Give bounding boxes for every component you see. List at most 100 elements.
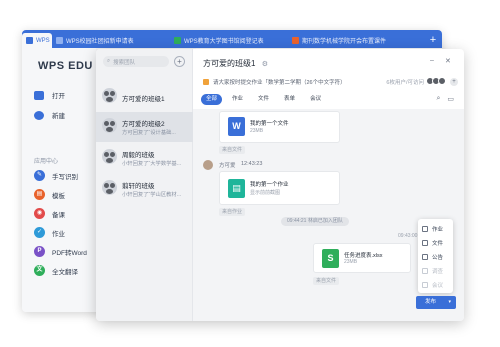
folder-icon[interactable]: ▭: [447, 95, 454, 103]
group-avatar: [102, 149, 117, 164]
presentation-icon: [292, 37, 299, 44]
class-last-message: 小轩回复了“学山区教材...: [122, 192, 182, 198]
handwriting-icon: ✎: [34, 170, 45, 181]
chat-tools: ⌕ ▭: [436, 95, 454, 103]
class-name: 周毅的班级: [122, 152, 155, 159]
app-label: 模板: [52, 192, 65, 200]
menu-item-meeting[interactable]: 会议: [422, 281, 443, 289]
announcement-bar[interactable]: 请大家按时提交作业「数学第二学期（26个中文字符） 6枚用户/可访问 +: [203, 76, 458, 88]
tab-homework[interactable]: 作业: [227, 94, 248, 105]
publish-button[interactable]: 发布 ▾: [416, 296, 456, 309]
menu-item-announcement[interactable]: 公告: [422, 253, 443, 261]
new-doc-icon: [34, 110, 44, 120]
tab-forms[interactable]: 表单: [279, 94, 300, 105]
nav-label: 新建: [52, 113, 65, 120]
nav-open[interactable]: 打开: [34, 90, 65, 100]
add-member-button[interactable]: +: [450, 78, 458, 86]
app-template[interactable]: ▤ 模板: [34, 189, 65, 200]
search-input[interactable]: ⌕ 搜索团队: [103, 56, 169, 67]
meeting-icon: [422, 282, 428, 288]
class-name: 翦轩的班级: [122, 183, 155, 190]
new-tab-button[interactable]: +: [426, 33, 440, 47]
class-list-item-selected[interactable]: 方可爱的班级2 方可回复了“设计基础...: [96, 112, 193, 142]
pdf-to-word-icon: P: [34, 246, 45, 257]
template-icon: ▤: [34, 189, 45, 200]
nav-label: 打开: [52, 93, 65, 100]
announcement-text: 请大家按时提交作业「数学第二学期（26个中文字符）: [213, 80, 346, 86]
add-team-button[interactable]: +: [174, 56, 185, 67]
app-label: 全文翻译: [52, 268, 78, 276]
group-avatar: [102, 88, 117, 103]
publish-menu: 作业 文件 公告 调查 会议: [418, 219, 453, 293]
tab-label: WPS教育大学图书馆阅登记表: [184, 39, 264, 45]
tab-document-3[interactable]: 期刊数学机械学院开会布置课件: [288, 33, 412, 48]
message-source: 来自文件: [219, 146, 246, 154]
menu-item-label: 会议: [432, 283, 444, 289]
app-label: 作业: [52, 230, 65, 238]
file-title: 我的第一个文件: [250, 121, 289, 127]
class-last-message: 小轩回复了“大学数学基...: [122, 161, 182, 167]
tab-label: WPS校园社团招新申请表: [66, 39, 134, 45]
gear-icon[interactable]: ⚙: [262, 60, 268, 68]
app-label: 备课: [52, 211, 65, 219]
filter-tabs: 全部 作业 文件 表单 会议: [201, 94, 326, 105]
close-icon[interactable]: ✕: [445, 57, 451, 65]
tab-bar: WPS WPS校园社团招新申请表 WPS教育大学图书馆阅登记表 期刊数学机械学院…: [22, 30, 442, 48]
doc-icon: [56, 37, 63, 44]
sender-name: 方可爱: [219, 163, 236, 169]
tab-document-1[interactable]: WPS校园社团招新申请表: [52, 33, 170, 48]
class-team-window: ⌕ 搜索团队 + 方可爱的班级1 方可爱的班级2 方可回复了“设计基础... 周…: [96, 49, 464, 321]
menu-item-file[interactable]: 文件: [422, 239, 443, 247]
homework-icon: ▤: [228, 179, 245, 198]
message-time: 12:43:23: [241, 161, 263, 167]
avatar: [438, 77, 446, 85]
homework-message-card[interactable]: ▤ 我的第一个作业 显示前前截图: [219, 171, 340, 205]
nav-new[interactable]: 新建: [34, 110, 65, 120]
class-list-item[interactable]: 翦轩的班级 小轩回复了“学山区教材...: [96, 174, 193, 204]
tab-meetings[interactable]: 会议: [305, 94, 326, 105]
member-info[interactable]: 6枚用户/可访问 +: [386, 77, 458, 87]
app-lesson-prep[interactable]: ◉ 备课: [34, 208, 65, 219]
class-list-item[interactable]: 周毅的班级 小轩回复了“大学数学基...: [96, 143, 193, 173]
tab-all[interactable]: 全部: [201, 94, 223, 105]
search-icon: ⌕: [107, 58, 111, 64]
menu-item-survey[interactable]: 调查: [422, 267, 443, 275]
tab-files[interactable]: 文件: [253, 94, 274, 105]
app-pdf-to-word[interactable]: P PDF转Word: [34, 246, 87, 257]
menu-item-homework[interactable]: 作业: [422, 225, 443, 233]
search-placeholder: 搜索团队: [113, 59, 136, 66]
member-avatars: [426, 77, 446, 87]
chat-header: 方可爱的班级1 ⚙: [203, 58, 268, 69]
announcement-icon: [203, 79, 209, 85]
publish-label: 发布: [425, 299, 437, 305]
menu-item-label: 作业: [432, 227, 444, 233]
chevron-down-icon[interactable]: ▾: [448, 296, 451, 309]
message-time: 09:43:00: [398, 233, 418, 239]
lesson-prep-icon: ◉: [34, 208, 45, 219]
file-title: 任务进度表.xlsx: [344, 253, 383, 259]
avatar[interactable]: [203, 160, 213, 170]
chat-title: 方可爱的班级1: [203, 59, 256, 68]
file-size: 23MB: [344, 259, 358, 265]
file-message-card[interactable]: S 任务进度表.xlsx 23MB: [313, 243, 411, 273]
wps-logo-icon: [26, 37, 33, 44]
app-center-title: 应用中心: [34, 159, 59, 165]
app-label: 手写识别: [52, 173, 78, 181]
app-homework[interactable]: ✓ 作业: [34, 227, 65, 238]
translate-icon: 文: [34, 265, 45, 276]
tab-document-2[interactable]: WPS教育大学图书馆阅登记表: [170, 33, 288, 48]
app-translate[interactable]: 文 全文翻译: [34, 265, 78, 276]
homework-icon: [422, 226, 428, 232]
class-list-item[interactable]: 方可爱的班级1: [96, 82, 193, 112]
app-label: PDF转Word: [52, 249, 87, 257]
menu-item-label: 公告: [432, 255, 444, 261]
minimize-icon[interactable]: –: [430, 57, 434, 64]
app-handwriting[interactable]: ✎ 手写识别: [34, 170, 78, 181]
search-icon[interactable]: ⌕: [436, 95, 440, 103]
class-list-panel: ⌕ 搜索团队 + 方可爱的班级1 方可爱的班级2 方可回复了“设计基础... 周…: [96, 49, 193, 321]
file-message-card[interactable]: W 我的第一个文件 23MB: [219, 111, 340, 143]
class-last-message: 方可回复了“设计基础...: [122, 130, 176, 136]
homework-icon: ✓: [34, 227, 45, 238]
class-name: 方可爱的班级1: [122, 96, 165, 103]
tab-wps-home[interactable]: WPS: [22, 33, 52, 48]
